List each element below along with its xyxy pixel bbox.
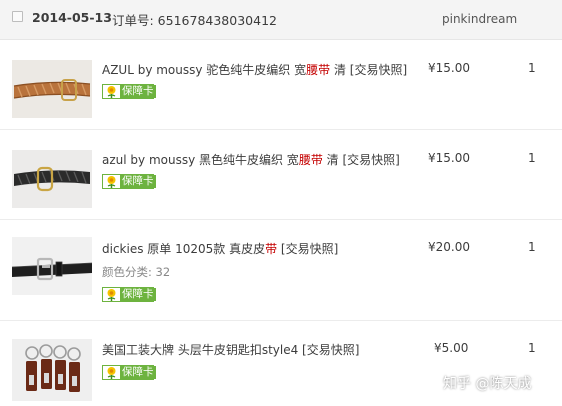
item-price: ¥20.00 xyxy=(428,240,470,254)
badge-label: 保障卡 xyxy=(120,175,156,188)
black-leather-belt-image[interactable] xyxy=(12,237,92,295)
order-item-row: azul by moussy 黑色纯牛皮编织 宽腰带 清 [交易快照] 保障卡 … xyxy=(0,130,562,220)
item-title[interactable]: azul by moussy 黑色纯牛皮编织 宽腰带 清 [交易快照] xyxy=(102,151,400,168)
item-title[interactable]: AZUL by moussy 驼色纯牛皮编织 宽腰带 清 [交易快照] xyxy=(102,61,407,78)
guarantee-badge[interactable]: 保障卡 xyxy=(102,84,156,99)
item-quantity: 1 xyxy=(528,61,536,75)
order-item-row: dickies 原单 10205款 真皮皮带 [交易快照] 颜色分类: 32 保… xyxy=(0,220,562,321)
item-price: ¥15.00 xyxy=(428,151,470,165)
badge-label: 保障卡 xyxy=(120,85,156,98)
seller-name[interactable]: pinkindream xyxy=(442,12,517,26)
order-item-row: 美国工装大牌 头层牛皮钥匙扣style4 [交易快照] 保障卡 ¥5.00 1 xyxy=(0,321,562,406)
black-woven-belt-image[interactable] xyxy=(12,150,92,208)
order-select-checkbox[interactable] xyxy=(12,11,23,22)
item-price: ¥5.00 xyxy=(434,341,469,355)
flower-icon xyxy=(104,175,119,188)
flower-icon xyxy=(104,288,119,301)
guarantee-badge[interactable]: 保障卡 xyxy=(102,365,156,380)
item-quantity: 1 xyxy=(528,240,536,254)
watermark-text: 知乎 @陈天成 xyxy=(443,376,532,392)
flower-icon xyxy=(104,85,119,98)
leather-keychains-image[interactable] xyxy=(12,339,92,401)
item-title[interactable]: 美国工装大牌 头层牛皮钥匙扣style4 [交易快照] xyxy=(102,341,359,358)
item-quantity: 1 xyxy=(528,151,536,165)
badge-label: 保障卡 xyxy=(120,366,156,379)
order-item-row: AZUL by moussy 驼色纯牛皮编织 宽腰带 清 [交易快照] 保障卡 … xyxy=(0,40,562,130)
tan-woven-belt-image[interactable] xyxy=(12,60,92,118)
item-title[interactable]: dickies 原单 10205款 真皮皮带 [交易快照] xyxy=(102,240,338,257)
order-header: 2014-05-13 订单号: 651678438030412 pinkindr… xyxy=(0,0,562,40)
order-date: 2014-05-13 xyxy=(32,10,112,25)
item-spec: 颜色分类: 32 xyxy=(102,265,171,279)
guarantee-badge[interactable]: 保障卡 xyxy=(102,287,156,302)
item-quantity: 1 xyxy=(528,341,536,355)
badge-label: 保障卡 xyxy=(120,288,156,301)
item-price: ¥15.00 xyxy=(428,61,470,75)
flower-icon xyxy=(104,366,119,379)
order-number: 订单号: 651678438030412 xyxy=(112,13,277,28)
guarantee-badge[interactable]: 保障卡 xyxy=(102,174,156,189)
